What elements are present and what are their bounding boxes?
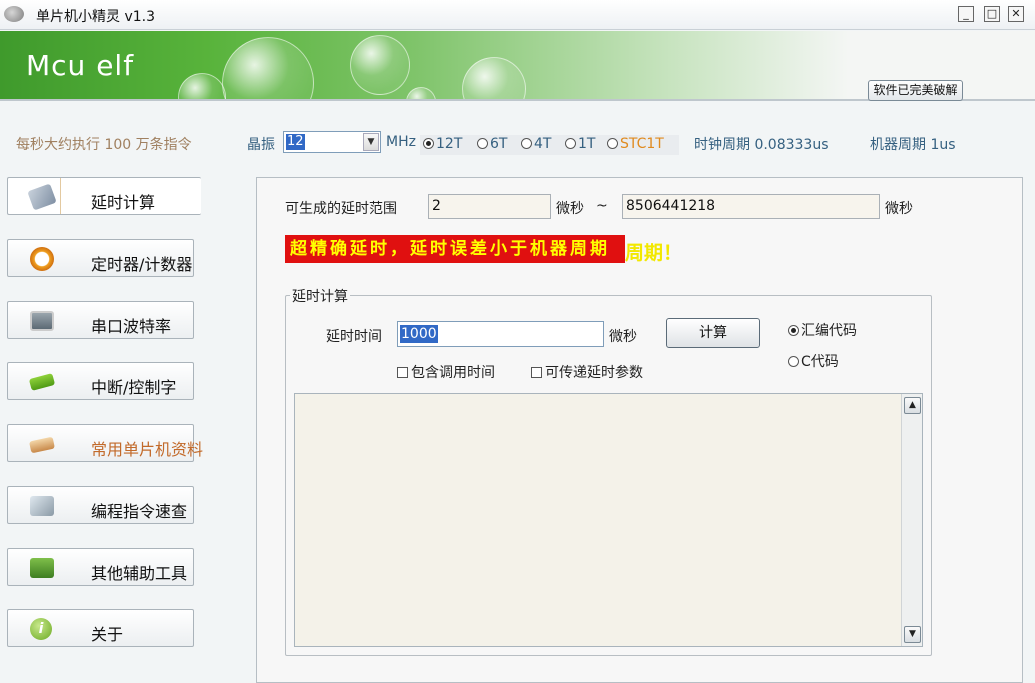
delay-time-value: 1000 [400,325,438,343]
pass-delay-param-checkbox[interactable]: 可传递延时参数 [531,362,643,382]
chevron-down-icon[interactable]: ▼ [363,133,379,151]
delay-time-label: 延时时间 [326,329,382,345]
scroll-up-icon[interactable]: ▲ [904,397,921,414]
range-max-field: 8506441218 [622,194,880,219]
sidebar-item-label: 延时计算 [91,193,156,212]
window-title: 单片机小精灵 v1.3 [36,9,155,25]
bubble-decoration [462,57,526,99]
machine-period-text: 机器周期 1us [870,137,956,153]
sidebar-item-label: 其他辅助工具 [91,564,188,583]
sidebar-item-label: 串口波特率 [91,317,172,336]
code-output-scrollbar[interactable]: ▲ ▼ [901,394,922,646]
range-min-field: 2 [428,194,551,219]
minimize-button[interactable]: _ [958,6,974,22]
bubble-decoration [222,37,314,99]
mode-radio-1t[interactable]: 1T [565,135,595,153]
delay-range-label: 可生成的延时范围 [285,201,397,217]
instruction-cycle-mode-group: 12T 6T 4T 1T STC1T [420,135,679,155]
crystal-value: 12 [286,134,305,150]
calculate-button[interactable]: 计算 [666,318,760,348]
sidebar-item-delay-calc[interactable]: 延时计算 [7,177,201,215]
sidebar-item-other-tools[interactable]: 其他辅助工具 [7,548,194,586]
sidebar-item-mcu-data[interactable]: 常用单片机资料 [7,424,203,462]
sidebar-item-label: 中断/控制字 [91,378,177,397]
mode-radio-4t[interactable]: 4T [521,135,551,153]
crystal-select[interactable]: 12 ▼ [283,131,381,153]
app-logo: Mcu elf [26,49,135,82]
include-call-time-checkbox[interactable]: 包含调用时间 [397,362,495,382]
radio-icon [565,138,576,149]
crystal-unit: MHz [386,134,416,150]
mode-radio-6t[interactable]: 6T [477,135,507,153]
range-max-unit: 微秒 [885,201,913,217]
radio-icon [477,138,488,149]
sidebar-item-label: 常用单片机资料 [91,440,204,459]
c-code-radio[interactable]: C代码 [788,351,839,371]
crack-status-button[interactable]: 软件已完美破解 [868,80,963,101]
calculator-icon [27,183,57,211]
sidebar-item-instruction-ref[interactable]: 编程指令速查 [7,486,194,524]
sidebar-item-label: 编程指令速查 [91,502,188,521]
execution-speed-text: 每秒大约执行 100 万条指令 [16,137,192,153]
magnifier-icon [30,496,54,516]
sidebar-item-about[interactable]: i 关于 [7,609,194,647]
radio-selected-icon [788,325,799,336]
nav-separator [60,178,61,214]
asm-code-radio[interactable]: 汇编代码 [788,320,857,340]
chip-icon [28,373,56,391]
close-button[interactable]: ✕ [1008,6,1024,22]
toolbox-icon [30,558,54,578]
info-icon: i [30,618,52,640]
precision-banner-tail: 周期！ [625,242,683,264]
checkbox-icon [397,367,408,378]
radio-icon [607,138,618,149]
sidebar-item-label: 定时器/计数器 [91,255,193,274]
radio-selected-icon [423,138,434,149]
delay-time-unit: 微秒 [609,329,637,345]
app-icon [4,6,24,22]
mode-radio-12t[interactable]: 12T [423,135,462,153]
checkbox-icon [531,367,542,378]
monitor-icon [30,311,54,331]
delay-calc-group-title: 延时计算 [290,286,350,306]
radio-icon [521,138,532,149]
maximize-button[interactable]: □ [984,6,1000,22]
bubble-decoration [350,35,410,95]
sidebar-item-baud-rate[interactable]: 串口波特率 [7,301,194,339]
crystal-label: 晶振 [247,137,275,153]
book-icon [29,436,55,454]
range-min-unit: 微秒 [556,201,584,217]
radio-icon [788,356,799,367]
range-separator: ~ [596,198,608,214]
delay-time-input[interactable]: 1000 [397,321,604,347]
bubble-decoration [406,87,436,99]
precision-banner: 超精确延时，延时误差小于机器周期 [285,235,625,263]
mode-radio-stc1t[interactable]: STC1T [607,135,664,153]
sidebar-item-interrupt[interactable]: 中断/控制字 [7,362,194,400]
title-bar: 单片机小精灵 v1.3 _ □ ✕ [0,0,1035,30]
code-output-area[interactable] [294,393,923,647]
sidebar-item-label: 关于 [91,625,124,644]
sidebar-item-timer-counter[interactable]: 定时器/计数器 [7,239,194,277]
bubble-decoration [178,73,226,99]
alarm-clock-icon [30,247,54,271]
scroll-down-icon[interactable]: ▼ [904,626,921,643]
clock-period-text: 时钟周期 0.08333us [694,137,829,153]
